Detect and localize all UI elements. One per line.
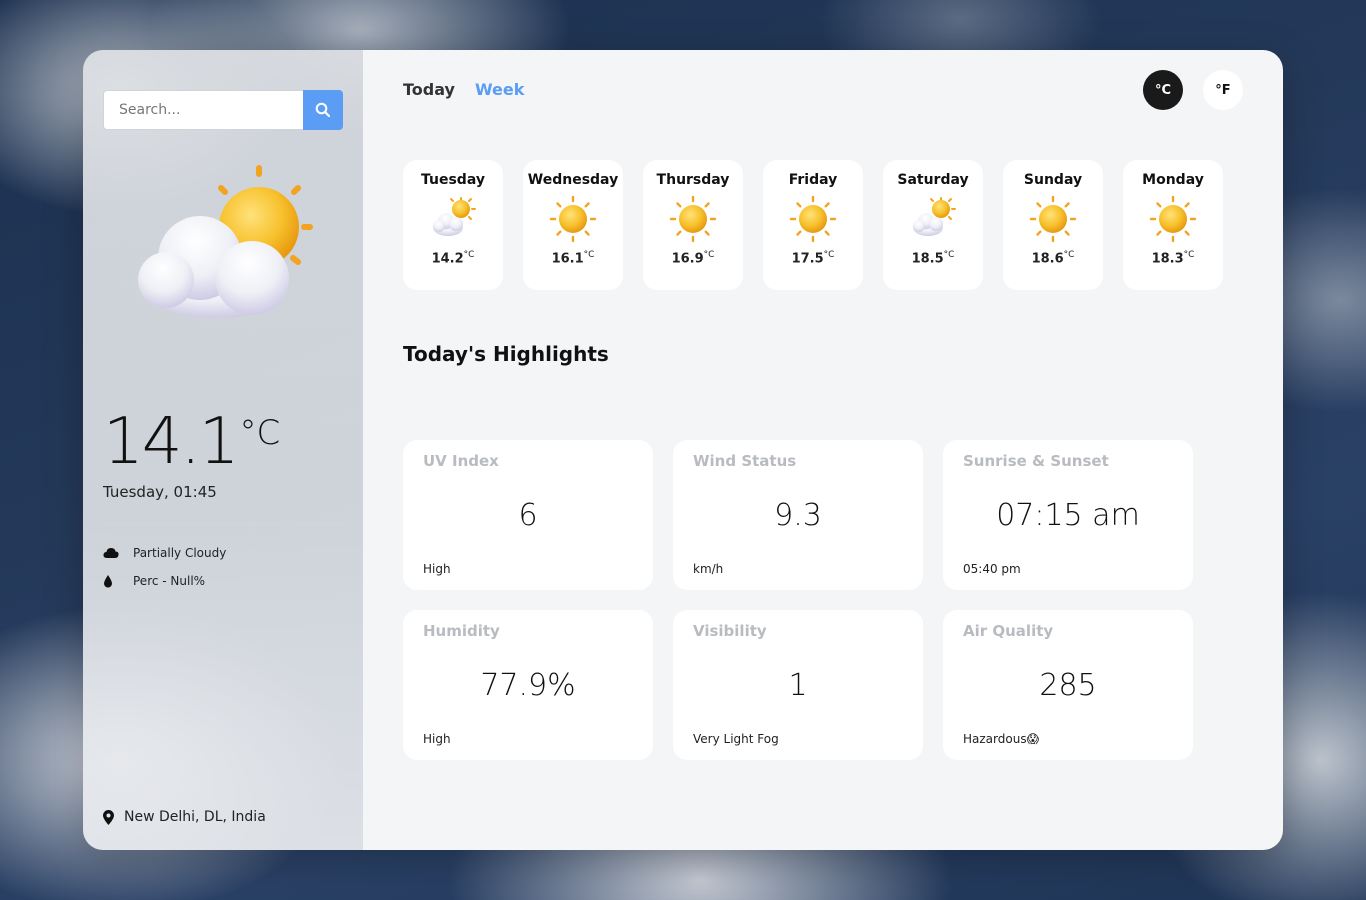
partly-cloudy-icon [428, 194, 478, 244]
weekly-forecast: Tuesday 14.2°C Wednesday 16.1°C Thursday… [403, 160, 1223, 290]
precip-row: Perc - Null% [103, 574, 205, 588]
day-name: Tuesday [421, 172, 485, 188]
highlight-status: 05:40 pm [963, 562, 1021, 576]
day-name: Saturday [897, 172, 969, 188]
highlight-label: Visibility [693, 622, 767, 640]
highlight-label: Sunrise & Sunset [963, 452, 1109, 470]
tab-week[interactable]: Week [475, 80, 524, 99]
day-card: Tuesday 14.2°C [403, 160, 503, 290]
day-name: Thursday [656, 172, 730, 188]
sun-icon [1148, 194, 1198, 244]
condition-row: Partially Cloudy [103, 546, 226, 560]
partly-cloudy-icon [138, 165, 313, 318]
highlight-value: 07:15 am [996, 498, 1140, 533]
day-temp: 16.1°C [551, 250, 595, 267]
day-temp: 18.6°C [1031, 250, 1075, 267]
highlight-label: Humidity [423, 622, 500, 640]
highlight-status: High [423, 732, 451, 746]
humidity-card: Humidity 77.9% High [403, 610, 653, 760]
view-tabs: Today Week [403, 80, 524, 99]
uv-index-card: UV Index 6 High [403, 440, 653, 590]
day-card: Saturday 18.5°C [883, 160, 983, 290]
highlight-status: km/h [693, 562, 724, 576]
current-temp-value: 14.1 [103, 405, 239, 479]
day-temp: 18.3°C [1151, 250, 1195, 267]
highlight-value: 77.9% [480, 668, 576, 703]
cloud-icon [103, 547, 133, 559]
sidebar: 14.1 °C Tuesday, 01:45 Partially Cloudy … [83, 50, 363, 850]
current-temp-unit: °C [239, 413, 281, 453]
sun-icon [668, 194, 718, 244]
day-temp: 18.5°C [911, 250, 955, 267]
highlight-status: Very Light Fog [693, 732, 779, 746]
day-card: Thursday 16.9°C [643, 160, 743, 290]
visibility-card: Visibility 1 Very Light Fog [673, 610, 923, 760]
sunrise-sunset-card: Sunrise & Sunset 07:15 am 05:40 pm [943, 440, 1193, 590]
highlight-label: UV Index [423, 452, 499, 470]
fahrenheit-button[interactable]: °F [1203, 70, 1243, 110]
search-input[interactable] [103, 90, 303, 130]
highlights-grid: UV Index 6 High Wind Status 9.3 km/h Sun… [403, 440, 1193, 760]
highlight-status: Hazardous😱 [963, 732, 1040, 746]
day-card: Sunday 18.6°C [1003, 160, 1103, 290]
highlight-label: Air Quality [963, 622, 1054, 640]
day-temp: 16.9°C [671, 250, 715, 267]
day-card: Wednesday 16.1°C [523, 160, 623, 290]
location-text: New Delhi, DL, India [124, 809, 266, 825]
highlight-label: Wind Status [693, 452, 797, 470]
current-datetime: Tuesday, 01:45 [103, 483, 217, 501]
search-bar [103, 90, 343, 130]
divider [103, 524, 343, 525]
partly-cloudy-icon [908, 194, 958, 244]
location: New Delhi, DL, India [103, 809, 266, 825]
celsius-button[interactable]: °C [1143, 70, 1183, 110]
day-card: Monday 18.3°C [1123, 160, 1223, 290]
highlight-value: 6 [518, 498, 538, 533]
search-icon [315, 102, 331, 118]
highlights-title: Today's Highlights [403, 342, 609, 366]
highlight-value: 9.3 [774, 498, 822, 533]
highlight-value: 1 [788, 668, 808, 703]
highlight-value: 285 [1039, 668, 1097, 703]
map-pin-icon [103, 809, 114, 825]
day-temp: 14.2°C [431, 250, 475, 267]
sun-icon [1028, 194, 1078, 244]
weather-app: 14.1 °C Tuesday, 01:45 Partially Cloudy … [83, 50, 1283, 850]
day-name: Friday [788, 172, 838, 188]
precip-text: Perc - Null% [133, 574, 206, 588]
tab-today[interactable]: Today [403, 80, 455, 99]
highlight-status: High [423, 562, 451, 576]
sun-icon [548, 194, 598, 244]
air-quality-card: Air Quality 285 Hazardous😱 [943, 610, 1193, 760]
current-temperature: 14.1 °C [103, 405, 280, 479]
unit-toggle: °C °F [1143, 70, 1243, 110]
condition-text: Partially Cloudy [133, 546, 227, 560]
sun-icon [788, 194, 838, 244]
search-button[interactable] [303, 90, 343, 130]
day-name: Sunday [1023, 172, 1083, 188]
wind-status-card: Wind Status 9.3 km/h [673, 440, 923, 590]
main-panel: Today Week °C °F Tuesday 14.2°C Wednesda… [363, 50, 1283, 850]
droplet-icon [103, 574, 133, 588]
day-temp: 17.5°C [791, 250, 835, 267]
day-card: Friday 17.5°C [763, 160, 863, 290]
day-name: Monday [1142, 172, 1204, 188]
day-name: Wednesday [527, 172, 619, 188]
